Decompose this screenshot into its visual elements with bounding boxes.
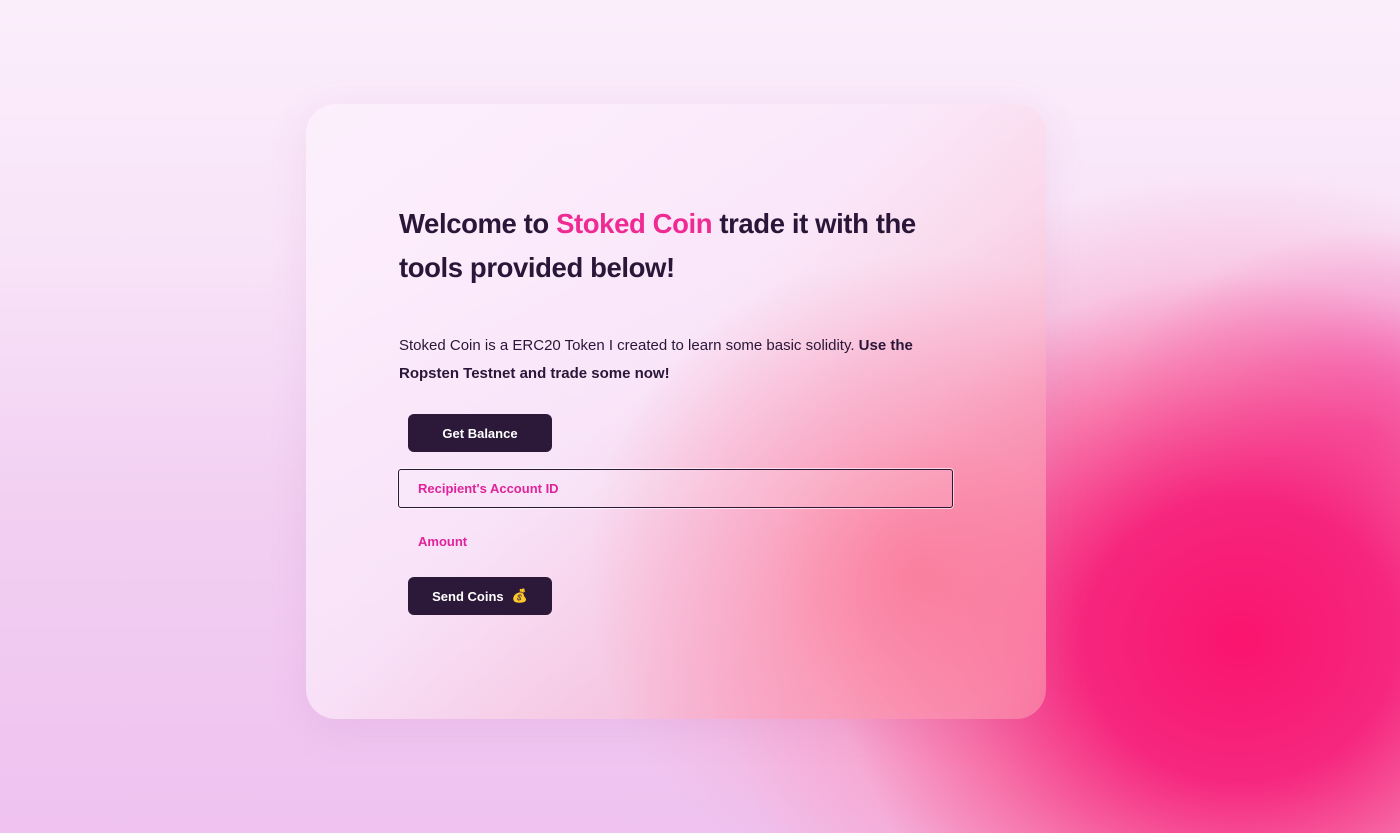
send-coins-button[interactable]: Send Coins 💰 — [408, 577, 552, 615]
title-prefix: Welcome to — [399, 208, 557, 239]
brand-name: Stoked Coin — [556, 208, 713, 239]
money-bag-icon: 💰 — [511, 588, 528, 603]
recipient-account-input[interactable]: Recipient's Account ID — [398, 469, 953, 508]
recipient-placeholder: Recipient's Account ID — [418, 481, 559, 496]
amount-input[interactable]: Amount — [398, 522, 953, 561]
main-card: Welcome to Stoked Coin trade it with the… — [306, 104, 1046, 719]
description-text: Stoked Coin is a ERC20 Token I created t… — [399, 337, 855, 354]
send-coins-label: Send Coins — [432, 588, 504, 604]
card-content: Welcome to Stoked Coin trade it with the… — [399, 202, 959, 388]
page-title: Welcome to Stoked Coin trade it with the… — [399, 202, 959, 290]
amount-placeholder: Amount — [418, 534, 468, 549]
get-balance-button[interactable]: Get Balance — [408, 414, 552, 452]
description: Stoked Coin is a ERC20 Token I created t… — [399, 332, 959, 388]
card-glow — [306, 104, 1046, 719]
